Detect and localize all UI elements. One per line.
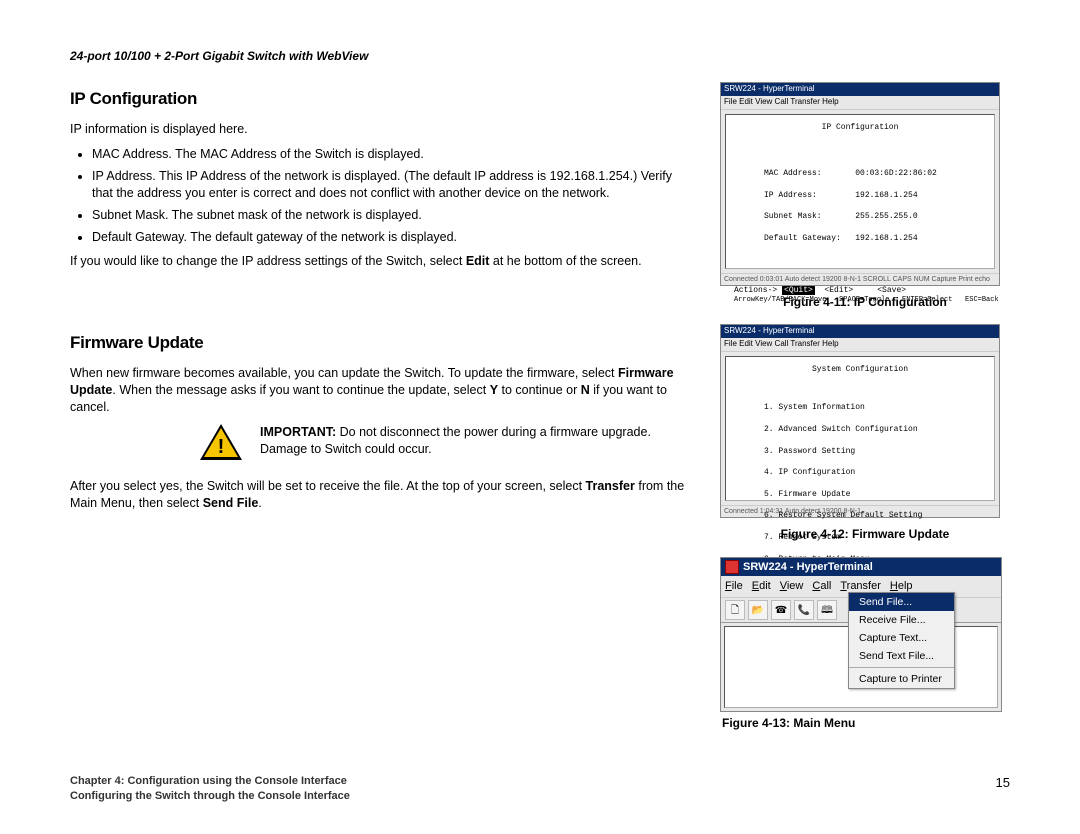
ip-bullet-list: MAC Address. The MAC Address of the Swit… xyxy=(70,146,692,245)
fig13-titlebar: SRW224 - HyperTerminal xyxy=(721,558,1001,577)
footer-section: Configuring the Switch through the Conso… xyxy=(70,789,350,804)
fig11-title: SRW224 - HyperTerminal xyxy=(721,83,999,96)
page-footer: Chapter 4: Configuration using the Conso… xyxy=(70,764,1010,804)
menu-send-file[interactable]: Send File... xyxy=(849,593,954,611)
important-text: IMPORTANT: Do not disconnect the power d… xyxy=(260,424,692,458)
menu-send-text-file[interactable]: Send Text File... xyxy=(849,647,954,665)
menu-edit[interactable]: Edit xyxy=(752,579,771,594)
fig11-status: Connected 0:03:01 Auto detect 19200 8-N-… xyxy=(721,273,999,285)
section-ip-config: IP Configuration xyxy=(70,88,692,111)
page-number: 15 xyxy=(996,774,1010,804)
fig13-caption: Figure 4-13: Main Menu xyxy=(722,715,1010,731)
tool-hangup-icon[interactable]: 📞 xyxy=(794,600,814,620)
ip-intro: IP information is displayed here. xyxy=(70,121,692,138)
bullet-subnet: Subnet Mask. The subnet mask of the netw… xyxy=(92,207,692,224)
menu-capture-printer[interactable]: Capture to Printer xyxy=(849,670,954,688)
footer-chapter: Chapter 4: Configuration using the Conso… xyxy=(70,774,350,789)
fig12-screen: System Configuration 1. System Informati… xyxy=(725,356,995,501)
menu-separator xyxy=(849,667,954,668)
transfer-dropdown: Send File... Receive File... Capture Tex… xyxy=(848,592,955,690)
tool-props-icon[interactable]: 🕮 xyxy=(817,600,837,620)
menu-call[interactable]: Call xyxy=(812,579,831,594)
figure-firmware-update: SRW224 - HyperTerminal File Edit View Ca… xyxy=(720,324,1000,518)
fig11-menubar: File Edit View Call Transfer Help xyxy=(721,96,999,110)
tool-dial-icon[interactable]: ☎ xyxy=(771,600,791,620)
app-icon xyxy=(725,560,739,574)
fig11-screen: IP Configuration MAC Address: 00:03:6D:2… xyxy=(725,114,995,269)
figure-main-menu: SRW224 - HyperTerminal File Edit View Ca… xyxy=(720,557,1000,707)
page-header: 24-port 10/100 + 2-Port Gigabit Switch w… xyxy=(70,48,1010,64)
menu-capture-text[interactable]: Capture Text... xyxy=(849,629,954,647)
menu-view[interactable]: View xyxy=(780,579,804,594)
bullet-gateway: Default Gateway. The default gateway of … xyxy=(92,229,692,246)
figure-ip-config: SRW224 - HyperTerminal File Edit View Ca… xyxy=(720,82,1000,286)
firmware-instructions: When new firmware becomes available, you… xyxy=(70,365,692,416)
section-firmware-update: Firmware Update xyxy=(70,332,692,355)
fig12-menubar: File Edit View Call Transfer Help xyxy=(721,338,999,352)
tool-new-icon[interactable]: 🗋 xyxy=(725,600,745,620)
menu-receive-file[interactable]: Receive File... xyxy=(849,611,954,629)
bullet-mac: MAC Address. The MAC Address of the Swit… xyxy=(92,146,692,163)
bullet-ip: IP Address. This IP Address of the netwo… xyxy=(92,168,692,202)
ip-edit-instruction: If you would like to change the IP addre… xyxy=(70,253,692,270)
menu-file[interactable]: File xyxy=(725,579,743,594)
tool-open-icon[interactable]: 📂 xyxy=(748,600,768,620)
important-note: ! IMPORTANT: Do not disconnect the power… xyxy=(200,424,692,460)
fig12-status: Connected 1:04:31 Auto detect 19200 8-N-… xyxy=(721,505,999,517)
fig12-title: SRW224 - HyperTerminal xyxy=(721,325,999,338)
warning-icon: ! xyxy=(200,424,242,460)
transfer-instruction: After you select yes, the Switch will be… xyxy=(70,478,692,512)
